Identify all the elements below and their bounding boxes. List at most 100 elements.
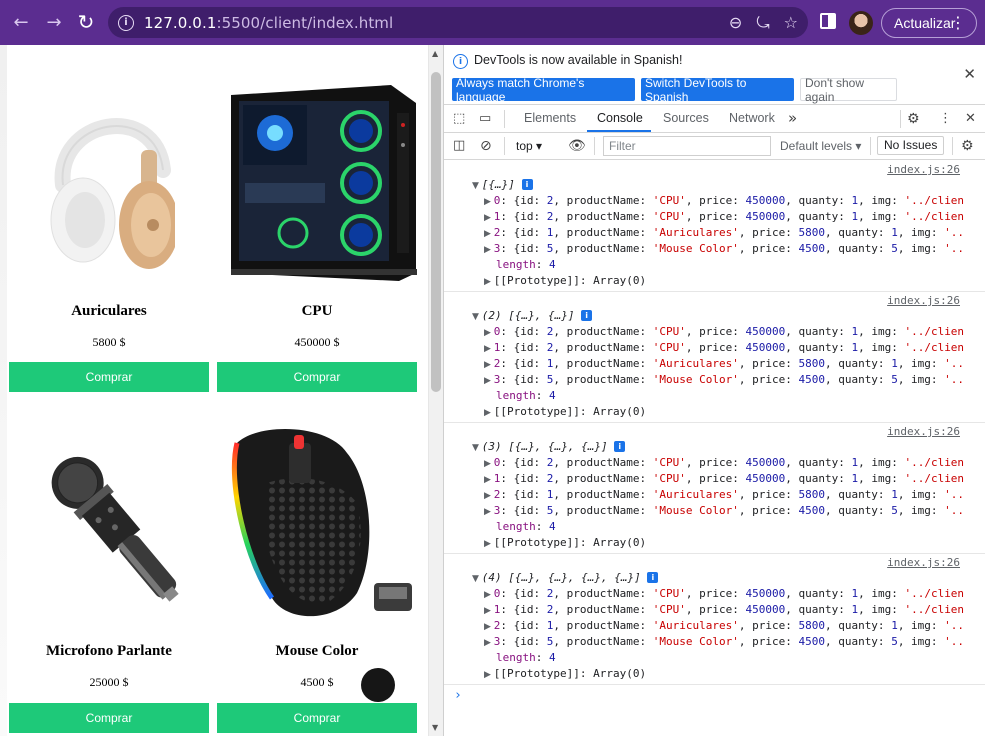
page-scrollbar[interactable]: ▲ ▼ xyxy=(428,45,443,736)
array-item-row[interactable]: ▶ 0: {id: 2, productName: 'CPU', price: … xyxy=(484,456,964,469)
address-bar[interactable]: i 127.0.0.1:5500/client/index.html ⊖ ⤿ ☆ xyxy=(108,7,808,38)
clear-console-icon[interactable]: ⊘ xyxy=(480,138,492,154)
buy-button[interactable]: Comprar xyxy=(9,362,209,392)
reload-icon[interactable]: ↻ xyxy=(74,10,98,34)
console-token: , img: xyxy=(897,373,945,386)
notice-message: DevTools is now available in Spanish! xyxy=(474,53,683,67)
array-item-row[interactable]: ▶ 3: {id: 5, productName: 'Mouse Color',… xyxy=(484,242,964,255)
filterbar-separator xyxy=(870,137,871,155)
headphones-image xyxy=(50,118,175,269)
array-item-row[interactable]: ▶ 3: {id: 5, productName: 'Mouse Color',… xyxy=(484,373,964,386)
inspect-element-icon[interactable]: ⬚ xyxy=(453,111,465,126)
tab-network[interactable]: Network xyxy=(729,111,775,125)
console-filter-input[interactable]: Filter xyxy=(603,136,771,156)
item-product-name: 'Auriculares' xyxy=(652,488,739,501)
cursor-indicator xyxy=(361,668,395,702)
switch-language-button[interactable]: Switch DevTools to Spanish xyxy=(641,76,794,104)
forward-arrow-icon[interactable]: → xyxy=(42,10,66,34)
close-icon[interactable]: ✕ xyxy=(963,65,976,83)
array-header[interactable]: ▼ (2) [{…}, {…}] i xyxy=(472,309,593,322)
array-item-row[interactable]: ▶ 0: {id: 2, productName: 'CPU', price: … xyxy=(484,587,964,600)
more-tabs-chevron-icon[interactable]: » xyxy=(788,109,797,127)
console-token: : {id: xyxy=(500,357,547,370)
array-prototype[interactable]: ▶ [[Prototype]]: Array(0) xyxy=(484,274,646,287)
buy-button[interactable]: Comprar xyxy=(217,362,417,392)
console-token: : {id: xyxy=(500,504,547,517)
levels-label: Default levels xyxy=(780,139,853,153)
console-token: , img: xyxy=(897,504,945,517)
array-header[interactable]: ▼ (4) [{…}, {…}, {…}, {…}] i xyxy=(472,571,659,584)
live-expression-eye-icon[interactable]: 👁 xyxy=(568,138,586,154)
array-prototype[interactable]: ▶ [[Prototype]]: Array(0) xyxy=(484,405,646,418)
console-token: , quanty: xyxy=(824,635,892,648)
console-token: , img: xyxy=(858,603,905,616)
item-product-name: 'CPU' xyxy=(652,587,686,600)
buy-button[interactable]: Comprar xyxy=(217,703,417,733)
scroll-thumb[interactable] xyxy=(431,72,441,392)
close-devtools-icon[interactable]: ✕ xyxy=(965,111,976,126)
back-arrow-icon[interactable]: ← xyxy=(9,10,33,34)
site-info-icon[interactable]: i xyxy=(118,14,134,31)
console-settings-gear-icon[interactable]: ⚙ xyxy=(961,138,974,154)
match-language-button[interactable]: Always match Chrome's language xyxy=(452,76,635,104)
array-item-row[interactable]: ▶ 3: {id: 5, productName: 'Mouse Color',… xyxy=(484,504,964,517)
item-product-name: 'CPU' xyxy=(652,325,686,338)
array-item-row[interactable]: ▶ 0: {id: 2, productName: 'CPU', price: … xyxy=(484,194,964,207)
dont-show-again-button[interactable]: Don't show again xyxy=(800,76,897,104)
array-item-row[interactable]: ▶ 1: {id: 2, productName: 'CPU', price: … xyxy=(484,210,964,223)
bookmark-star-icon[interactable]: ☆ xyxy=(784,13,798,32)
array-item-row[interactable]: ▶ 3: {id: 5, productName: 'Mouse Color',… xyxy=(484,635,964,648)
device-toolbar-icon[interactable]: ▭ xyxy=(479,111,491,126)
url-text[interactable]: 127.0.0.1:5500/client/index.html xyxy=(144,14,393,32)
sidebar-toggle-icon[interactable]: ◫ xyxy=(453,138,465,153)
array-header[interactable]: ▼ (3) [{…}, {…}, {…}] i xyxy=(472,440,626,453)
context-selector[interactable]: top ▾ xyxy=(516,139,542,153)
console-token: : {id: xyxy=(500,194,547,207)
buy-button[interactable]: Comprar xyxy=(9,703,209,733)
console-token: , price: xyxy=(685,210,746,223)
item-img: '../clien xyxy=(904,325,965,338)
array-item-row[interactable]: ▶ 2: {id: 1, productName: 'Auriculares',… xyxy=(484,488,964,501)
tab-elements[interactable]: Elements xyxy=(524,111,576,125)
issues-button[interactable]: No Issues xyxy=(877,136,945,155)
array-prototype[interactable]: ▶ [[Prototype]]: Array(0) xyxy=(484,667,646,680)
console-token: , productName: xyxy=(553,373,653,386)
log-levels-dropdown[interactable]: Default levels ▾ xyxy=(780,139,861,153)
array-item-row[interactable]: ▶ 2: {id: 1, productName: 'Auriculares',… xyxy=(484,357,964,370)
source-link[interactable]: index.js:26 xyxy=(887,425,960,438)
side-panel-icon[interactable] xyxy=(820,13,836,29)
console-token: , quanty: xyxy=(824,488,892,501)
scroll-up-arrow-icon[interactable]: ▲ xyxy=(432,49,438,58)
array-item-row[interactable]: ▶ 0: {id: 2, productName: 'CPU', price: … xyxy=(484,325,964,338)
array-item-row[interactable]: ▶ 2: {id: 1, productName: 'Auriculares',… xyxy=(484,619,964,632)
array-header[interactable]: ▼ [{…}] i xyxy=(472,178,533,191)
menu-kebab-icon[interactable]: ⋮ xyxy=(950,13,966,32)
settings-gear-icon[interactable]: ⚙ xyxy=(907,111,920,127)
zoom-out-icon[interactable]: ⊖ xyxy=(729,13,742,32)
collapse-triangle-icon: ▶ xyxy=(484,344,494,354)
share-icon[interactable]: ⤿ xyxy=(756,13,769,33)
tab-sources[interactable]: Sources xyxy=(663,111,709,125)
update-button[interactable]: Actualizar ⋮ xyxy=(881,8,977,38)
source-link[interactable]: index.js:26 xyxy=(887,294,960,307)
item-product-name: 'Mouse Color' xyxy=(652,373,739,386)
source-link[interactable]: index.js:26 xyxy=(887,556,960,569)
item-img: '.. xyxy=(944,619,965,632)
source-link[interactable]: index.js:26 xyxy=(887,163,960,176)
profile-avatar[interactable] xyxy=(849,11,873,35)
product-name: CPU xyxy=(301,303,333,319)
item-price: 5800 xyxy=(798,619,825,632)
scroll-down-arrow-icon[interactable]: ▼ xyxy=(432,723,438,732)
array-item-row[interactable]: ▶ 1: {id: 2, productName: 'CPU', price: … xyxy=(484,472,964,485)
url-path: :5500/client/index.html xyxy=(216,13,394,32)
console-token: , img: xyxy=(858,456,905,469)
array-item-row[interactable]: ▶ 2: {id: 1, productName: 'Auriculares',… xyxy=(484,226,964,239)
tab-console[interactable]: Console xyxy=(597,111,643,125)
item-quanty: 5 xyxy=(891,635,898,648)
array-item-row[interactable]: ▶ 1: {id: 2, productName: 'CPU', price: … xyxy=(484,341,964,354)
console-prompt-chevron-icon[interactable]: › xyxy=(454,688,462,703)
console-token: : xyxy=(535,651,549,664)
customize-kebab-icon[interactable]: ⋮ xyxy=(939,111,952,126)
array-item-row[interactable]: ▶ 1: {id: 2, productName: 'CPU', price: … xyxy=(484,603,964,616)
array-prototype[interactable]: ▶ [[Prototype]]: Array(0) xyxy=(484,536,646,549)
